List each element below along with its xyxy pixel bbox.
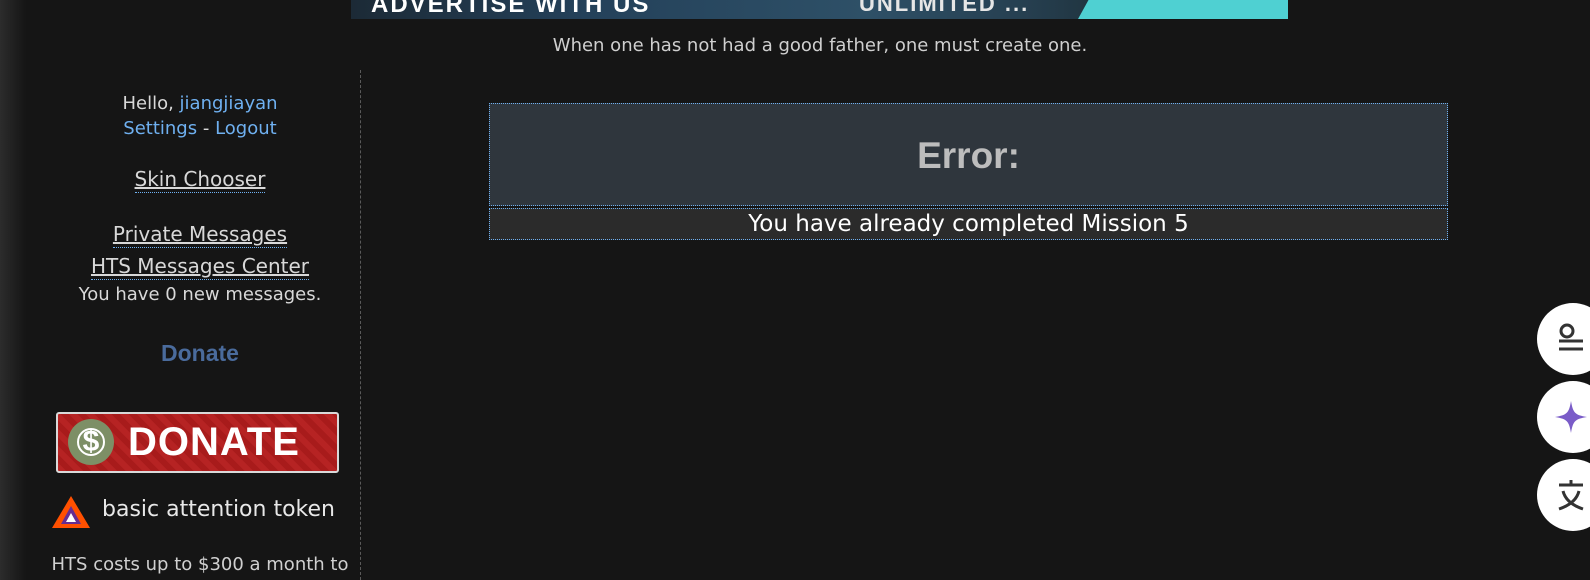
banner-advertise-text: ADVERTISE WITH US xyxy=(371,0,651,18)
side-menu-button[interactable] xyxy=(1537,303,1590,375)
header-quote: When one has not had a good father, one … xyxy=(552,35,1088,56)
side-ai-button[interactable] xyxy=(1537,381,1590,453)
settings-link[interactable]: Settings xyxy=(123,118,197,139)
sidebar: Hello, jiangjiayan Settings - Logout Ski… xyxy=(40,70,361,580)
dollar-coin-icon: $ xyxy=(68,419,114,465)
username-link[interactable]: jiangjiayan xyxy=(180,93,278,114)
coin-ring xyxy=(77,428,105,456)
private-messages-link[interactable]: Private Messages xyxy=(112,222,288,248)
link-separator: - xyxy=(202,118,210,139)
greeting-line: Hello, jiangjiayan xyxy=(40,93,360,114)
error-title: Error: xyxy=(917,135,1020,176)
bat-logo-icon xyxy=(52,496,90,528)
account-links: Settings - Logout xyxy=(40,118,360,139)
banner-unlimited-text: UNLIMITED ... xyxy=(859,0,1030,16)
new-messages-status: You have 0 new messages. xyxy=(78,284,322,305)
private-messages-row: Private Messages xyxy=(40,222,360,248)
logout-link[interactable]: Logout xyxy=(215,118,277,139)
donate-button-text: DONATE xyxy=(128,420,300,464)
window-edge-shadow xyxy=(0,0,26,580)
donate-label[interactable]: Donate xyxy=(161,340,239,366)
skin-chooser-row: Skin Chooser xyxy=(40,167,360,193)
translate-icon xyxy=(1558,480,1584,511)
donate-button[interactable]: $ DONATE xyxy=(56,412,339,473)
banner-cta-button[interactable] xyxy=(1078,0,1288,19)
hosting-costs-text: HTS costs up to $300 a month to xyxy=(51,554,349,575)
error-header: Error: xyxy=(489,103,1448,206)
advertise-banner[interactable]: ADVERTISE WITH US UNLIMITED ... xyxy=(351,0,1288,19)
greeting-text: Hello, xyxy=(122,93,174,114)
bat-donate-link[interactable]: basic attention token xyxy=(50,494,360,530)
menu-icon xyxy=(1559,323,1583,351)
donate-heading-row: Donate xyxy=(40,340,360,367)
error-message: You have already completed Mission 5 xyxy=(489,208,1448,240)
messages-center-link[interactable]: HTS Messages Center xyxy=(90,254,310,280)
skin-chooser-link[interactable]: Skin Chooser xyxy=(134,167,266,193)
sparkle-icon xyxy=(1555,401,1587,433)
bat-text: basic attention token xyxy=(102,497,335,522)
messages-center-row: HTS Messages Center xyxy=(40,254,360,280)
side-translate-button[interactable] xyxy=(1537,459,1590,531)
